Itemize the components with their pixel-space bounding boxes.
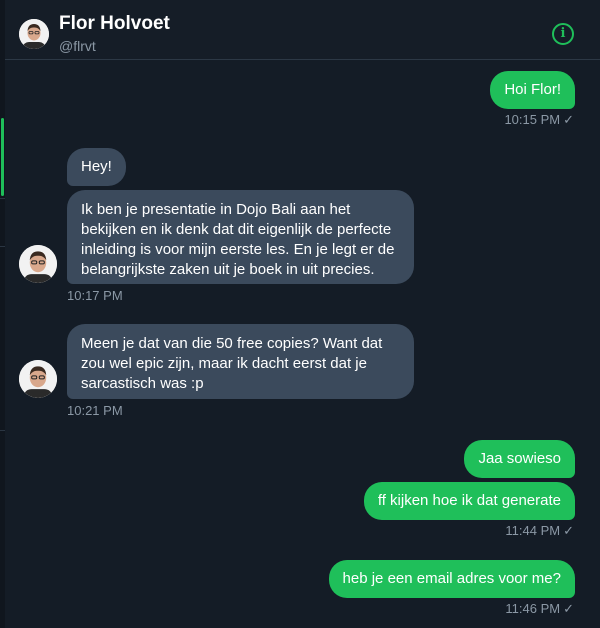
message-bubble-incoming[interactable]: Hey! <box>67 148 126 186</box>
avatar[interactable] <box>19 19 49 49</box>
left-rail <box>0 0 5 628</box>
message-timestamp: 10:15 PM ✓ <box>504 112 574 127</box>
avatar-photo <box>19 245 57 283</box>
message-text: ff kijken hoe ik dat generate <box>377 492 561 509</box>
message-text: Meen je dat van die 50 free copies? Want… <box>81 335 383 392</box>
message-timestamp: 10:21 PM <box>67 403 123 418</box>
contact-handle: @flrvt <box>59 38 96 54</box>
avatar-photo <box>19 360 57 398</box>
rail-divider <box>0 198 5 199</box>
read-check-icon: ✓ <box>563 523 574 538</box>
read-check-icon: ✓ <box>563 601 574 616</box>
message-timestamp: 11:46 PM ✓ <box>505 601 574 616</box>
message-timestamp: 11:44 PM ✓ <box>505 523 574 538</box>
message-bubble-incoming[interactable]: Ik ben je presentatie in Dojo Bali aan h… <box>67 190 414 284</box>
message-bubble-outgoing[interactable]: Hoi Flor! <box>490 71 575 109</box>
message-timestamp: 10:17 PM <box>67 288 123 303</box>
message-bubble-outgoing[interactable]: heb je een email adres voor me? <box>328 560 575 598</box>
message-text: Hoi Flor! <box>504 81 561 98</box>
message-text: heb je een email adres voor me? <box>342 570 561 587</box>
rail-divider <box>0 246 5 247</box>
active-indicator <box>1 118 4 196</box>
message-text: Jaa sowieso <box>478 450 561 467</box>
avatar[interactable] <box>19 245 57 283</box>
message-bubble-outgoing[interactable]: Jaa sowieso <box>464 440 575 478</box>
rail-divider <box>0 430 5 431</box>
message-bubble-incoming[interactable]: Meen je dat van die 50 free copies? Want… <box>67 324 414 399</box>
avatar[interactable] <box>19 360 57 398</box>
message-text: Hey! <box>81 158 112 175</box>
conversation-header: Flor Holvoet @flrvt i <box>5 0 600 60</box>
info-icon[interactable]: i <box>552 23 574 45</box>
message-text: Ik ben je presentatie in Dojo Bali aan h… <box>81 201 395 278</box>
message-bubble-outgoing[interactable]: ff kijken hoe ik dat generate <box>363 482 575 520</box>
avatar-photo <box>19 19 49 49</box>
read-check-icon: ✓ <box>563 112 574 127</box>
contact-name[interactable]: Flor Holvoet <box>59 13 170 35</box>
